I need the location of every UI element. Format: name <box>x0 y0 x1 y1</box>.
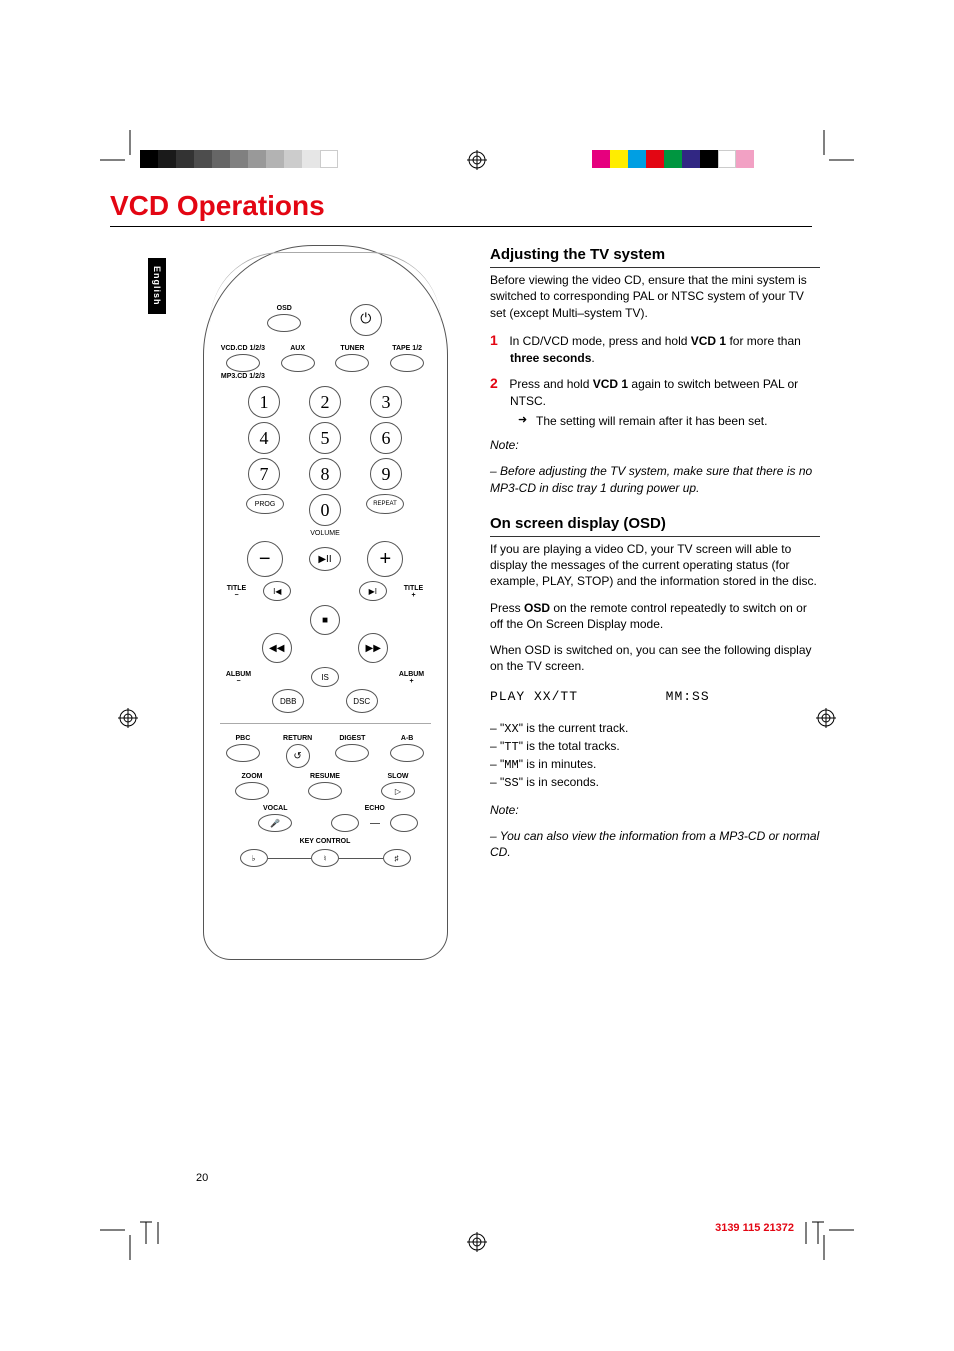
resume-label: RESUME <box>289 773 362 780</box>
num-7-button[interactable]: 7 <box>248 458 280 490</box>
tv-note-text: – Before adjusting the TV system, make s… <box>490 463 820 495</box>
osd-legend-list: "XX" is the current track. "TT" is the t… <box>490 720 820 792</box>
osd-p1: If you are playing a video CD, your TV s… <box>490 541 820 590</box>
zoom-label: ZOOM <box>216 773 289 780</box>
registration-mark-top <box>467 150 487 170</box>
title-rule <box>110 226 812 227</box>
tv-heading: Adjusting the TV system <box>490 245 820 268</box>
key-sharp-button[interactable]: ♯ <box>383 849 411 867</box>
pbc-button[interactable] <box>226 744 260 762</box>
list-item: "TT" is the total tracks. <box>490 738 820 755</box>
tape-label: TAPE 1/2 <box>380 345 435 352</box>
return-button[interactable]: ↺ <box>286 744 310 768</box>
num-9-button[interactable]: 9 <box>370 458 402 490</box>
num-3-button[interactable]: 3 <box>370 386 402 418</box>
crop-mark <box>814 130 854 170</box>
vcd-cd-button[interactable] <box>226 354 260 372</box>
echo-label: ECHO <box>325 805 425 812</box>
power-button[interactable]: ⏻ <box>350 304 382 336</box>
crop-mark-inner <box>140 1204 170 1244</box>
vocal-label: VOCAL <box>226 805 326 812</box>
step-number-2: 2 <box>490 374 506 393</box>
repeat-button[interactable]: REPEAT <box>366 494 404 514</box>
mp3-cd-label: MP3.CD 1/2/3 <box>216 373 271 380</box>
vcd-cd-label: VCD.CD 1/2/3 <box>216 345 271 352</box>
list-item: "SS" is in seconds. <box>490 774 820 791</box>
list-item: "MM" is in minutes. <box>490 756 820 773</box>
num-0-button[interactable]: 0 <box>309 494 341 526</box>
dsc-button[interactable]: DSC <box>346 689 378 713</box>
crop-mark <box>100 1220 140 1260</box>
tv-step-2-result: The setting will remain after it has bee… <box>536 413 820 429</box>
next-button[interactable]: ▶I <box>359 581 387 601</box>
album-plus-label: ALBUM + <box>397 671 427 685</box>
footer-code: 3139 115 21372 <box>715 1222 794 1234</box>
title-plus-label: TITLE + <box>401 585 427 599</box>
stop-button[interactable]: ■ <box>310 605 340 635</box>
tuner-label: TUNER <box>325 345 380 352</box>
prev-button[interactable]: I◀ <box>263 581 291 601</box>
key-natural-button[interactable]: ♮ <box>311 849 339 867</box>
tv-note-label: Note: <box>490 437 820 453</box>
play-pause-button[interactable]: ▶II <box>309 547 341 571</box>
volume-down-button[interactable]: − <box>247 541 283 577</box>
crop-mark <box>100 130 140 170</box>
key-control-label: KEY CONTROL <box>216 838 435 845</box>
osd-note-text: – You can also view the information from… <box>490 828 820 860</box>
volume-up-button[interactable]: + <box>367 541 403 577</box>
osd-note-label: Note: <box>490 802 820 818</box>
volume-label: VOLUME <box>216 530 435 537</box>
echo-down-button[interactable] <box>331 814 359 832</box>
num-8-button[interactable]: 8 <box>309 458 341 490</box>
num-1-button[interactable]: 1 <box>248 386 280 418</box>
tape-button[interactable] <box>390 354 424 372</box>
osd-p3: When OSD is switched on, you can see the… <box>490 642 820 674</box>
tv-step-1: 1 In CD/VCD mode, press and hold VCD 1 f… <box>510 331 820 366</box>
vocal-button[interactable]: 🎤 <box>258 814 292 832</box>
prog-button[interactable]: PROG <box>246 494 284 514</box>
aux-label: AUX <box>270 345 325 352</box>
osd-heading: On screen display (OSD) <box>490 514 820 537</box>
album-minus-label: ALBUM − <box>224 671 254 685</box>
resume-button[interactable] <box>308 782 342 800</box>
tv-intro: Before viewing the video CD, ensure that… <box>490 272 820 321</box>
crop-mark-inner <box>794 1204 824 1244</box>
zoom-button[interactable] <box>235 782 269 800</box>
num-4-button[interactable]: 4 <box>248 422 280 454</box>
step-number-1: 1 <box>490 331 506 350</box>
page-title: VCD Operations <box>110 190 850 222</box>
key-flat-button[interactable]: ♭ <box>240 849 268 867</box>
fast-forward-button[interactable]: ▶▶ <box>358 633 388 663</box>
osd-label: OSD <box>244 305 326 312</box>
dbb-button[interactable]: DBB <box>272 689 304 713</box>
slow-label: SLOW <box>362 773 435 780</box>
title-minus-label: TITLE − <box>224 585 250 599</box>
remote-control-diagram: OSD ⏻ VCD.CD 1/2/3 MP3.CD 1/2/3 <box>203 245 448 960</box>
return-label: RETURN <box>270 735 325 742</box>
rewind-button[interactable]: ◀◀ <box>262 633 292 663</box>
pbc-label: PBC <box>216 735 271 742</box>
color-bar-left <box>140 150 338 168</box>
echo-up-button[interactable] <box>390 814 418 832</box>
digest-button[interactable] <box>335 744 369 762</box>
tv-step-2: 2 Press and hold VCD 1 again to switch b… <box>510 374 820 429</box>
tuner-button[interactable] <box>335 354 369 372</box>
is-button[interactable]: IS <box>311 667 339 687</box>
aux-button[interactable] <box>281 354 315 372</box>
num-5-button[interactable]: 5 <box>309 422 341 454</box>
osd-button[interactable] <box>267 314 301 332</box>
slow-button[interactable]: ▷ <box>381 782 415 800</box>
list-item: "XX" is the current track. <box>490 720 820 737</box>
osd-p2: Press OSD on the remote control repeated… <box>490 600 820 632</box>
osd-display-example: PLAY XX/TT MM:SS <box>490 688 820 706</box>
page-number: 20 <box>196 1172 208 1184</box>
ab-label: A-B <box>380 735 435 742</box>
color-bar-right <box>592 150 754 168</box>
num-2-button[interactable]: 2 <box>309 386 341 418</box>
ab-button[interactable] <box>390 744 424 762</box>
registration-mark-bottom <box>467 1232 487 1252</box>
num-6-button[interactable]: 6 <box>370 422 402 454</box>
digest-label: DIGEST <box>325 735 380 742</box>
